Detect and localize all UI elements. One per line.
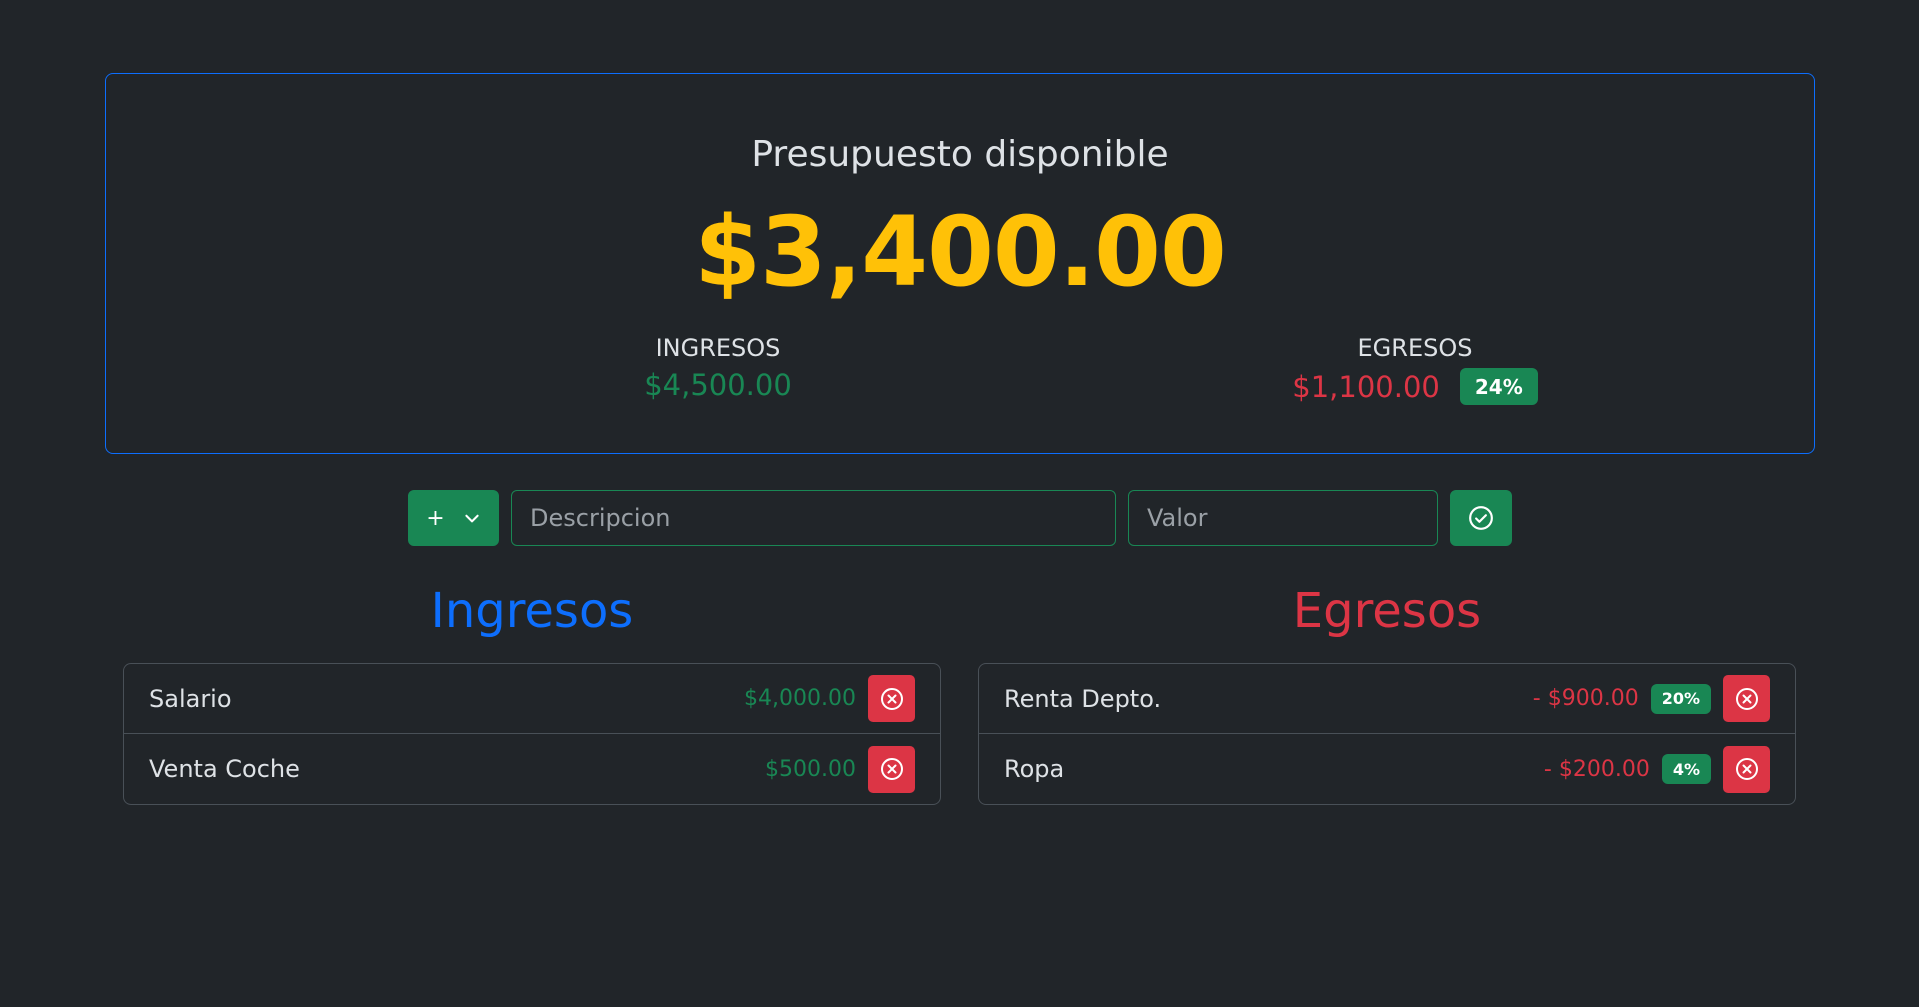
app-page: Presupuesto disponible $3,400.00 INGRESO…: [0, 0, 1919, 1007]
expense-value: - $200.00: [1543, 756, 1650, 782]
income-row: Venta Coche $500.00: [124, 734, 940, 804]
type-select[interactable]: +: [408, 490, 499, 546]
income-value: $4,000.00: [744, 686, 856, 711]
income-summary-value: $4,500.00: [644, 368, 792, 402]
expense-heading: Egresos: [1292, 583, 1482, 639]
income-heading: Ingresos: [430, 583, 634, 639]
income-list: Salario $4,000.00 Venta Coche $500.00: [123, 663, 941, 805]
x-circle-icon: [1735, 758, 1758, 780]
expense-summary: EGRESOS $1,100.00 24%: [1175, 334, 1655, 405]
x-circle-icon: [1735, 687, 1758, 710]
value-input[interactable]: [1128, 490, 1438, 546]
x-circle-icon: [880, 687, 903, 710]
expense-value: - $900.00: [1532, 686, 1639, 711]
expense-summary-label: EGRESOS: [1357, 334, 1473, 362]
delete-income-button[interactable]: [868, 675, 915, 722]
budget-amount: $3,400.00: [694, 196, 1227, 308]
submit-button[interactable]: [1450, 490, 1512, 546]
income-description: Venta Coche: [149, 755, 300, 783]
expense-row: Renta Depto. - $900.00 20%: [979, 664, 1795, 734]
expense-percent-badge: 24%: [1459, 368, 1538, 405]
budget-title: Presupuesto disponible: [751, 134, 1169, 175]
budget-summary-card: Presupuesto disponible $3,400.00 INGRESO…: [105, 73, 1815, 454]
expense-percent-badge: 20%: [1650, 683, 1711, 714]
expense-percent-badge: 4%: [1661, 754, 1711, 784]
expense-row: Ropa - $200.00 4%: [979, 734, 1795, 804]
expense-description: Renta Depto.: [1004, 684, 1162, 713]
income-summary: INGRESOS $4,500.00: [504, 334, 932, 402]
delete-income-button[interactable]: [868, 745, 915, 793]
expense-description: Ropa: [1004, 755, 1065, 783]
expense-list: Renta Depto. - $900.00 20% Ropa - $200.0…: [978, 663, 1796, 805]
description-input[interactable]: [511, 490, 1116, 546]
x-circle-icon: [880, 758, 903, 780]
check-circle-icon: [1469, 506, 1493, 530]
expense-summary-value: $1,100.00: [1292, 369, 1440, 404]
chevron-down-icon: [465, 514, 479, 523]
income-row: Salario $4,000.00: [124, 664, 940, 734]
delete-expense-button[interactable]: [1723, 745, 1770, 793]
income-value: $500.00: [765, 756, 856, 782]
delete-expense-button[interactable]: [1723, 675, 1770, 722]
income-summary-label: INGRESOS: [655, 334, 781, 362]
type-select-label: +: [426, 505, 445, 531]
income-description: Salario: [149, 684, 232, 713]
